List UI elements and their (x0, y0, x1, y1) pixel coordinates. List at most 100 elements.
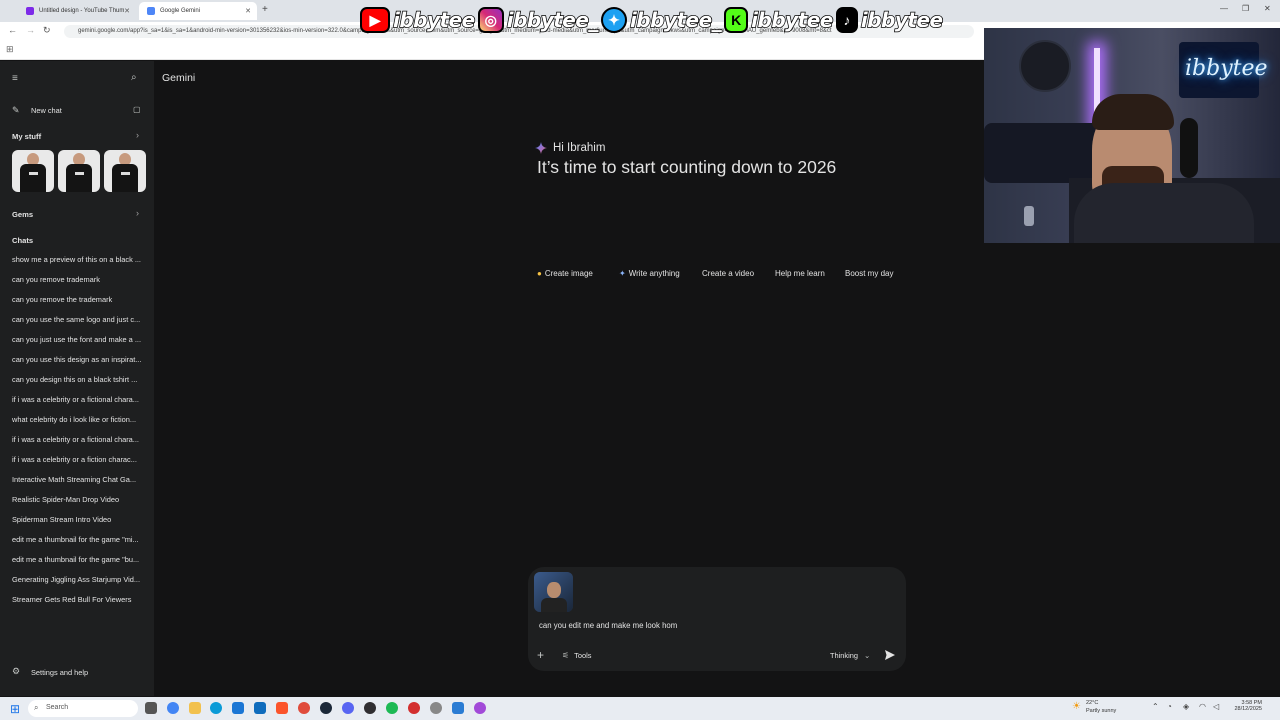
my-stuff-thumbnail[interactable] (104, 150, 146, 192)
taskbar-search[interactable]: ⌕ Search (28, 700, 138, 717)
steam-icon[interactable] (320, 702, 332, 714)
clock-date: 28/12/2025 (1234, 706, 1262, 712)
chip-create-image[interactable]: ● Create image (537, 265, 593, 281)
tools-button[interactable]: ⚟ Tools (562, 651, 591, 660)
chat-history-item[interactable]: can you remove trademark (12, 275, 100, 284)
my-stuff-heading[interactable]: My stuff (12, 132, 41, 141)
youtube-icon: ▶ (360, 7, 390, 33)
gems-heading[interactable]: Gems (12, 210, 33, 219)
calculator-icon[interactable] (452, 702, 464, 714)
social-instagram: ◎ ibbytee_ (477, 7, 599, 33)
thumb-shirt (66, 164, 92, 192)
chat-history-item[interactable]: show me a preview of this on a black ... (12, 255, 141, 264)
neon-sign: ibbytee (1179, 42, 1268, 98)
chat-history-item[interactable]: edit me a thumbnail for the game "bu... (12, 555, 139, 564)
app-icon[interactable] (408, 702, 420, 714)
new-tab-button[interactable]: + (262, 4, 268, 15)
chat-history-item[interactable]: can you use the same logo and just c... (12, 315, 140, 324)
store-icon[interactable] (232, 702, 244, 714)
chip-boost-my-day[interactable]: Boost my day (845, 265, 893, 281)
chat-history-item[interactable]: can you design this on a black tshirt ..… (12, 375, 137, 384)
chevron-up-icon[interactable]: ⌃ (1152, 702, 1159, 711)
tab-gemini[interactable]: Google Gemini ✕ (139, 2, 257, 20)
reload-icon[interactable]: ↻ (43, 25, 51, 36)
clock[interactable]: 3:58 PM 28/12/2025 (1228, 700, 1262, 712)
chat-history-item[interactable]: Spiderman Stream Intro Video (12, 515, 111, 524)
menu-icon[interactable]: ≡ (12, 73, 18, 84)
forward-icon[interactable]: → (26, 25, 35, 35)
window-close-icon[interactable]: ✕ (1264, 4, 1271, 13)
chrome-icon[interactable] (298, 702, 310, 714)
maximize-icon[interactable]: ❐ (1242, 4, 1249, 13)
chat-history-item[interactable]: Streamer Gets Red Bull For Viewers (12, 595, 131, 604)
attached-image-body (541, 598, 567, 612)
chevron-right-icon[interactable]: › (136, 130, 139, 140)
apps-grid-icon[interactable]: ⊞ (6, 44, 14, 55)
chat-history-item[interactable]: Generating Jiggling Ass Starjump Vid... (12, 575, 140, 584)
chat-history-item[interactable]: can you use this design as an inspirat..… (12, 355, 141, 364)
chevron-down-icon: ⌄ (863, 651, 871, 660)
chip-create-video[interactable]: Create a video (702, 265, 754, 281)
twitter-handle: ibbytee_ (629, 7, 722, 33)
weather-temp: 22°C (1086, 700, 1099, 706)
temporary-chat-icon[interactable]: ▢ (133, 105, 141, 114)
minimize-icon[interactable]: — (1220, 4, 1228, 13)
mode-label: Thinking (830, 651, 858, 660)
can (1024, 206, 1034, 226)
copilot-icon[interactable] (167, 702, 179, 714)
tray-icon[interactable]: ◈ (1183, 702, 1189, 711)
send-button[interactable] (884, 649, 896, 661)
back-icon[interactable]: ← (8, 25, 17, 35)
youtube-handle: ibbytee (392, 7, 476, 33)
chat-history-item[interactable]: Interactive Math Streaming Chat Ga... (12, 475, 136, 484)
add-files-button[interactable]: + (537, 648, 544, 662)
brave-icon[interactable] (276, 702, 288, 714)
chip-help-me-learn[interactable]: Help me learn (775, 265, 825, 281)
settings-and-help[interactable]: Settings and help (31, 668, 88, 677)
edit-icon: ✎ (12, 105, 20, 115)
webcam-feed: ibbytee (984, 28, 1280, 243)
chevron-right-icon[interactable]: › (136, 208, 139, 218)
chat-history-item[interactable]: what celebrity do i look like or fiction… (12, 415, 136, 424)
my-stuff-thumbnail[interactable] (58, 150, 100, 192)
chat-history-item[interactable]: if i was a celebrity or a fictional char… (12, 395, 139, 404)
edge-icon[interactable] (210, 702, 222, 714)
new-chat-button[interactable]: New chat (31, 106, 62, 115)
social-tiktok: ♪ ibbytee (835, 7, 944, 33)
prompt-input[interactable]: can you edit me and make me look hom (539, 621, 677, 630)
chat-history-item[interactable]: if i was a celebrity or a fiction charac… (12, 455, 137, 464)
mode-selector[interactable]: Thinking ⌄ (830, 651, 870, 660)
search-icon[interactable]: ⌕ (131, 72, 137, 83)
wifi-icon[interactable]: ◠ (1199, 702, 1206, 711)
chat-history-item[interactable]: Realistic Spider-Man Drop Video (12, 495, 119, 504)
instagram-icon: ◎ (477, 7, 504, 33)
outlook-icon[interactable] (254, 702, 266, 714)
spotify-icon[interactable] (386, 702, 398, 714)
tray-icon[interactable]: ◔ (1167, 702, 1172, 711)
chat-history-item[interactable]: can you remove the trademark (12, 295, 112, 304)
canva-icon (26, 7, 34, 15)
tab-canva[interactable]: Untitled design - YouTube Thum ✕ (18, 2, 136, 20)
windows-start-icon[interactable]: ⊞ (10, 702, 20, 716)
chip-write-anything[interactable]: ✦ Write anything (619, 265, 680, 281)
gemini-sparkle-icon (535, 142, 547, 154)
thumb-shirt (20, 164, 46, 192)
attached-image[interactable] (534, 572, 573, 612)
chat-history-item[interactable]: can you just use the font and make a ... (12, 335, 141, 344)
close-icon[interactable]: ✕ (245, 7, 251, 15)
app-icon[interactable] (474, 702, 486, 714)
kick-handle: ibbytee (750, 7, 834, 33)
close-icon[interactable]: ✕ (124, 7, 130, 15)
settings-icon[interactable] (430, 702, 442, 714)
chat-history-item[interactable]: edit me a thumbnail for the game "mi... (12, 535, 139, 544)
discord-icon[interactable] (342, 702, 354, 714)
send-icon (885, 650, 895, 660)
streamer-hair (1092, 94, 1174, 130)
tiktok-handle: ibbytee (860, 7, 944, 33)
obs-icon[interactable] (364, 702, 376, 714)
task-view-icon[interactable] (145, 702, 157, 714)
chat-history-item[interactable]: if i was a celebrity or a fictional char… (12, 435, 139, 444)
my-stuff-thumbnail[interactable] (12, 150, 54, 192)
volume-icon[interactable]: ◁ (1213, 702, 1219, 711)
file-explorer-icon[interactable] (189, 702, 201, 714)
